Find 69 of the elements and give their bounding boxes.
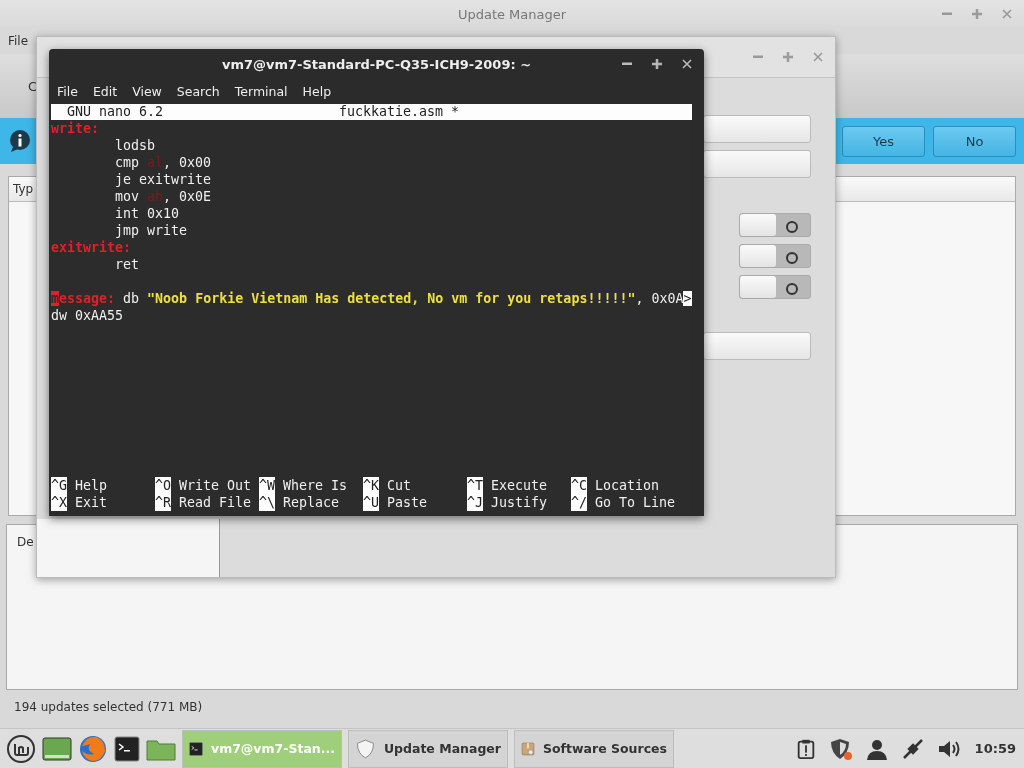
shield-icon bbox=[355, 736, 376, 761]
shortcut-key: ^O bbox=[155, 477, 171, 494]
shortcut-label: Write Out bbox=[179, 477, 252, 494]
toggle-switch[interactable] bbox=[739, 244, 811, 268]
menu-item[interactable]: Terminal bbox=[234, 83, 288, 99]
menu-item[interactable]: View bbox=[132, 83, 162, 99]
shortcut-key: ^W bbox=[259, 477, 275, 494]
shortcut-key: ^T bbox=[467, 477, 483, 494]
shortcut-label: Execute bbox=[491, 477, 548, 494]
menu-item[interactable]: Search bbox=[176, 83, 220, 99]
menu-item[interactable]: Edit bbox=[92, 83, 118, 99]
menu-item[interactable]: File bbox=[57, 83, 78, 99]
taskbar-button[interactable]: Update Manager bbox=[348, 729, 508, 768]
browser-icon[interactable] bbox=[78, 733, 108, 764]
window-title: Update Manager bbox=[457, 6, 567, 22]
shortcut-key: ^G bbox=[51, 477, 67, 494]
menu-item[interactable]: File bbox=[8, 34, 29, 48]
description-tab[interactable]: De bbox=[17, 535, 34, 549]
editor-version: GNU nano 6.2 bbox=[67, 104, 164, 120]
menu-item[interactable]: Help bbox=[302, 83, 332, 99]
shortcut-key: ^\ bbox=[259, 494, 275, 511]
shortcut-label: Where Is bbox=[283, 477, 348, 494]
toggle-switch[interactable] bbox=[739, 213, 811, 237]
shortcut-key: ^C bbox=[571, 477, 587, 494]
shortcut-label: Location bbox=[595, 477, 660, 494]
status-text: 194 updates selected (771 MB) bbox=[14, 700, 203, 714]
maximize-icon[interactable] bbox=[652, 59, 662, 69]
taskbar-button[interactable]: Software Sources bbox=[514, 729, 674, 768]
code-line: int 0x10 bbox=[114, 205, 181, 222]
code-line: cmp al, 0x00 bbox=[114, 154, 213, 171]
clock: 10:59 bbox=[974, 741, 1016, 756]
code-line: exitwrite: bbox=[51, 239, 133, 256]
file-name: fuckkatie.asm * bbox=[339, 104, 460, 120]
shortcut-key: ^K bbox=[363, 477, 379, 494]
shortcut-label: Help bbox=[75, 477, 108, 494]
code-line: je exitwrite bbox=[114, 171, 213, 188]
info-icon bbox=[8, 129, 32, 153]
code-line: lodsb bbox=[114, 137, 157, 154]
dialog-button[interactable]: Yes bbox=[842, 125, 925, 157]
shortcut-key: ^J bbox=[467, 494, 483, 511]
window-title: vm7@vm7-Standard-PC-Q35-ICH9-2009: ~ bbox=[221, 56, 532, 72]
column-header[interactable]: Typ bbox=[13, 182, 34, 196]
shield-icon[interactable] bbox=[828, 736, 853, 761]
menu-logo-icon[interactable] bbox=[6, 733, 36, 764]
shortcut-label: Cut bbox=[387, 477, 412, 494]
field[interactable] bbox=[703, 150, 811, 178]
dialog-button[interactable]: No bbox=[933, 125, 1016, 157]
shortcut-label: Go To Line bbox=[595, 494, 676, 511]
shortcut-key: ^R bbox=[155, 494, 171, 511]
shortcut-key: ^U bbox=[363, 494, 379, 511]
terminal-icon[interactable] bbox=[114, 735, 140, 762]
shortcut-key: ^/ bbox=[571, 494, 587, 511]
toggle-switch[interactable] bbox=[739, 275, 811, 299]
toolbar-label[interactable]: C bbox=[28, 78, 38, 94]
close-icon[interactable] bbox=[682, 59, 692, 69]
shortcut-label: Paste bbox=[387, 494, 428, 511]
code-line: ret bbox=[114, 256, 141, 273]
code-line: write: bbox=[51, 120, 101, 137]
shortcut-label: Replace bbox=[283, 494, 340, 511]
code-line: mov ah, 0x0E bbox=[114, 188, 213, 205]
code-line: dw 0xAA55 bbox=[51, 307, 125, 324]
shortcut-label: Justify bbox=[491, 494, 548, 511]
desktop-icon[interactable] bbox=[42, 735, 72, 762]
shortcut-label: Exit bbox=[75, 494, 108, 511]
shortcut-key: ^X bbox=[51, 494, 67, 511]
field[interactable] bbox=[703, 115, 811, 143]
code-line: jmp write bbox=[114, 222, 189, 239]
shortcut-label: Read File bbox=[179, 494, 252, 511]
field[interactable] bbox=[703, 332, 811, 360]
